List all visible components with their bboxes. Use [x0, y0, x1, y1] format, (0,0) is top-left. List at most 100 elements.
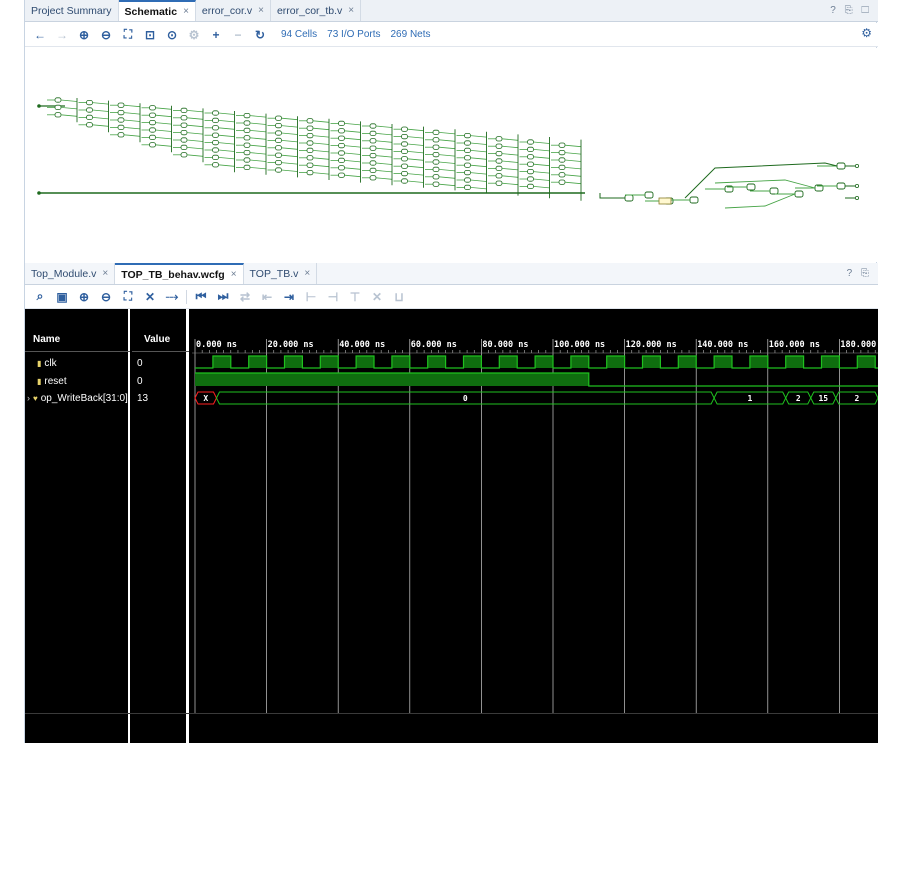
gate-cell — [495, 165, 503, 171]
net-wire — [375, 140, 393, 143]
net-wire — [407, 158, 424, 161]
expand-icon[interactable]: + — [205, 25, 227, 45]
close-icon[interactable]: × — [231, 269, 237, 280]
swap-cursors-icon[interactable]: ⇄ — [234, 287, 256, 307]
tab-top-tb-behav[interactable]: TOP_TB_behav.wcfg × — [115, 263, 244, 284]
net-wire — [438, 132, 456, 135]
zoom-in-icon[interactable]: ⊕ — [73, 25, 95, 45]
zoom-fit-icon[interactable]: ⛶ — [117, 287, 139, 307]
zoom-fit-icon[interactable]: ⛶ — [117, 25, 139, 45]
time-tick-label: 120.000 ns — [626, 340, 677, 350]
tab-error-cor[interactable]: error_cor.v × — [196, 0, 271, 21]
vivado-window: Project Summary Schematic × error_cor.v × … — [24, 0, 901, 743]
signal-row-clk[interactable]: ▮ clk — [37, 356, 57, 370]
window-controls[interactable]: ? ⎘ — [847, 268, 872, 279]
tab-schematic[interactable]: Schematic × — [118, 0, 196, 21]
close-icon[interactable]: × — [258, 5, 264, 16]
net-wire — [564, 144, 582, 148]
signal-name: clk — [44, 357, 57, 369]
net-wire — [312, 120, 330, 123]
gate-cell — [338, 143, 345, 149]
gate-cell — [558, 157, 566, 163]
net-wire — [218, 164, 235, 167]
go-to-end-icon[interactable]: ⏭ — [212, 287, 234, 307]
name-column-header[interactable]: Name — [33, 334, 60, 345]
tab-error-cor-tb[interactable]: error_cor_tb.v × — [271, 0, 362, 21]
gate-cell — [275, 115, 282, 121]
gate-cell — [495, 151, 503, 157]
next-marker-icon[interactable]: ⊤ — [344, 287, 366, 307]
next-transition-icon[interactable]: ⇥ — [278, 287, 300, 307]
zoom-area-icon[interactable]: ⊡ — [139, 25, 161, 45]
time-tick-label: 180.000 ns — [840, 340, 878, 350]
net-wire — [501, 182, 519, 186]
gate-cell — [527, 161, 534, 167]
save-icon[interactable]: ▣ — [51, 287, 73, 307]
signal-row-reset[interactable]: ▮ reset — [37, 374, 67, 388]
net-wire — [186, 110, 204, 113]
gate-cell — [243, 164, 251, 170]
delete-marker-icon[interactable]: ✕ — [366, 287, 388, 307]
clk-high-phase — [714, 356, 732, 368]
zoom-cursor-icon[interactable]: ✕ — [139, 287, 161, 307]
gate-cell — [117, 110, 125, 116]
center-icon[interactable]: ⊙ — [161, 25, 183, 45]
gate-cell — [306, 118, 314, 124]
snap-to-transition-icon[interactable]: ⊔ — [388, 287, 410, 307]
gate-cell — [338, 150, 345, 156]
schematic-canvas[interactable] — [25, 48, 878, 262]
waveform-toolbar: ⌕ ▣ ⊕ ⊖ ⛶ ✕ ⤏ ⏮ ⏭ ⇄ ⇤ ⇥ ⊢ ⊣ ⊤ ✕ ⊔ — [25, 285, 878, 309]
signal-name: op_WriteBack[31:0] — [40, 392, 128, 404]
gate-cell — [769, 187, 779, 195]
go-to-cursor-icon[interactable]: ⤏ — [161, 287, 183, 307]
previous-transition-icon[interactable]: ⇤ — [256, 287, 278, 307]
forward-icon[interactable]: → — [51, 25, 73, 45]
add-marker-icon[interactable]: ⊢ — [300, 287, 322, 307]
close-icon[interactable]: × — [348, 5, 354, 16]
gate-cell — [369, 138, 377, 144]
tab-top-tb[interactable]: TOP_TB.v × — [244, 263, 318, 284]
close-icon[interactable]: × — [102, 268, 108, 279]
gate-cell — [527, 146, 534, 152]
zoom-out-icon[interactable]: ⊖ — [95, 287, 117, 307]
zoom-out-icon[interactable]: ⊖ — [95, 25, 117, 45]
gear-icon[interactable]: ⚙ — [861, 26, 872, 40]
signal-row-op-writeback[interactable]: › ♥ op_WriteBack[31:0] — [27, 391, 128, 405]
tab-project-summary[interactable]: Project Summary — [25, 0, 119, 21]
previous-marker-icon[interactable]: ⊣ — [322, 287, 344, 307]
clk-high-phase — [391, 356, 410, 368]
collapse-icon[interactable]: − — [227, 25, 249, 45]
bus-icon: ♥ — [33, 393, 38, 403]
gate-cell — [464, 155, 471, 161]
search-icon[interactable]: ⌕ — [29, 287, 51, 307]
net-wire — [155, 114, 172, 118]
gate-cell — [149, 127, 156, 133]
header-divider — [25, 351, 130, 352]
waveform-canvas[interactable]: 0.000 ns 20.000 ns 40.000 ns 60.000 ns 80.00… — [192, 309, 901, 743]
gate-cell — [558, 164, 566, 170]
net-wire — [533, 149, 550, 152]
net-wire — [501, 138, 519, 141]
gate-cell — [464, 184, 471, 190]
back-icon[interactable]: ← — [29, 25, 51, 45]
gate-cell — [432, 166, 440, 172]
net-wire — [533, 156, 550, 159]
window-controls[interactable]: ? ⎘ ☐ — [830, 5, 872, 16]
value-column-header[interactable]: Value — [144, 334, 170, 345]
go-to-start-icon[interactable]: ⏮ — [190, 287, 212, 307]
tab-top-module[interactable]: Top_Module.v × — [25, 263, 116, 284]
refresh-icon[interactable]: ↻ — [249, 25, 271, 45]
gate-cell — [527, 176, 534, 182]
net-wire — [564, 159, 582, 162]
chevron-right-icon[interactable]: › — [27, 393, 30, 403]
zoom-in-icon[interactable]: ⊕ — [73, 287, 95, 307]
gate-cell — [338, 157, 345, 163]
gate-cell — [369, 175, 377, 181]
close-icon[interactable]: × — [183, 6, 189, 17]
gate-cell — [149, 112, 156, 118]
tab-label: error_cor.v — [201, 4, 253, 17]
settings-dim-icon[interactable]: ⚙ — [183, 25, 205, 45]
net-wire — [281, 117, 298, 121]
close-icon[interactable]: × — [304, 268, 310, 279]
net-wire — [407, 173, 424, 176]
